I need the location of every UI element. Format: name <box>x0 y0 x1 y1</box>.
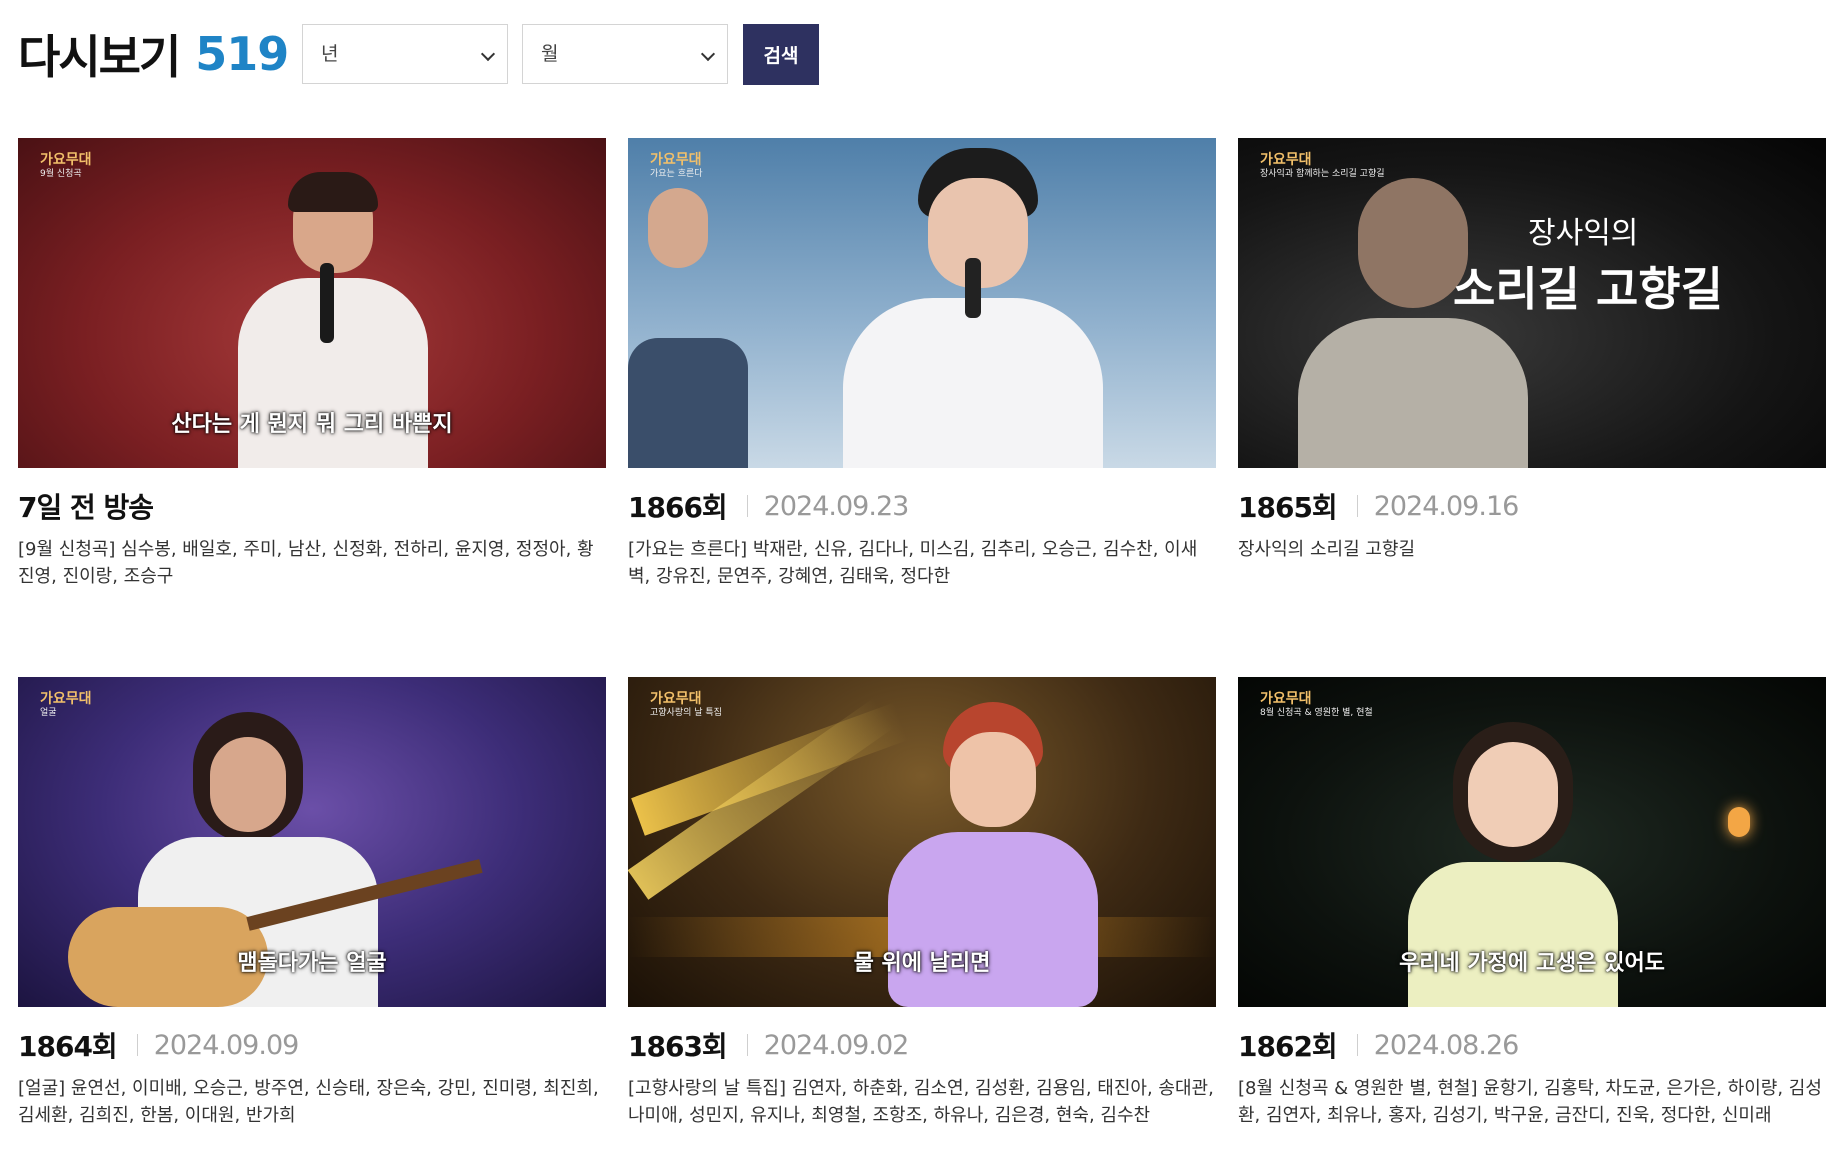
subtitle-caption: 산다는 게 뭔지 뭐 그리 바쁜지 <box>171 412 453 437</box>
subtitle-caption: 물 위에 날리면 <box>853 951 991 976</box>
episode-number: 1864회 <box>18 1030 118 1063</box>
episode-description[interactable]: [고향사랑의 날 특집] 김연자, 하춘화, 김소연, 김성환, 김용임, 태진… <box>628 1075 1216 1129</box>
show-title-large: 소리길 고향길 <box>1453 262 1723 316</box>
subtitle-caption: 맴돌다가는 얼굴 <box>237 951 387 976</box>
episode-meta: 1866회 2024.09.23 <box>628 488 1216 525</box>
program-logo: 가요무대 8월 신청곡 & 영원한 별, 현철 <box>1260 691 1373 718</box>
episode-thumbnail[interactable]: 가요무대 8월 신청곡 & 영원한 별, 현철 우리네 가정에 고생은 있어도 <box>1238 677 1826 1007</box>
episode-thumbnail[interactable]: 가요무대 가요는 흐른다 <box>628 138 1216 468</box>
year-select-value: 년 <box>321 43 339 65</box>
episode-description[interactable]: [얼굴] 윤연선, 이미배, 오승근, 방주연, 신승태, 장은숙, 강민, 진… <box>18 1075 606 1129</box>
result-count: 519 <box>195 27 289 81</box>
divider <box>1356 1034 1358 1056</box>
episode-number: 7일 전 방송 <box>18 491 154 524</box>
episode-number: 1862회 <box>1238 1030 1338 1063</box>
divider <box>136 1034 138 1056</box>
episode-meta: 7일 전 방송 <box>18 488 606 524</box>
episode-description[interactable]: 장사익의 소리길 고향길 <box>1238 536 1826 590</box>
broadcast-date: 2024.09.09 <box>153 1029 300 1061</box>
search-button[interactable]: 검색 <box>743 24 819 85</box>
divider <box>746 1034 748 1056</box>
episode-card[interactable]: 가요무대 8월 신청곡 & 영원한 별, 현철 우리네 가정에 고생은 있어도 1… <box>1238 677 1826 1129</box>
singer-figure <box>1298 178 1528 468</box>
broadcast-date: 2024.09.23 <box>763 490 910 522</box>
chevron-down-icon <box>700 46 716 62</box>
episode-card[interactable]: 가요무대 얼굴 맴돌다가는 얼굴 1864회 2024.09.09 [얼굴] 윤연… <box>18 677 606 1129</box>
chevron-down-icon <box>480 46 496 62</box>
broadcast-date: 2024.09.16 <box>1373 490 1520 522</box>
episode-description[interactable]: [8월 신청곡 & 영원한 별, 현철] 윤항기, 김홍탁, 차도균, 은가은,… <box>1238 1075 1826 1129</box>
broadcast-date: 2024.08.26 <box>1373 1029 1520 1061</box>
month-select-value: 월 <box>541 43 559 65</box>
episode-card[interactable]: 가요무대 9월 신청곡 산다는 게 뭔지 뭐 그리 바쁜지 7일 전 방송 [9월… <box>18 138 606 590</box>
episode-description[interactable]: [가요는 흐른다] 박재란, 신유, 김다나, 미스김, 김추리, 오승근, 김… <box>628 536 1216 590</box>
episode-meta: 1862회 2024.08.26 <box>1238 1027 1826 1064</box>
episode-meta: 1865회 2024.09.16 <box>1238 488 1826 525</box>
episode-number: 1865회 <box>1238 491 1338 524</box>
singer-figure <box>843 148 1103 468</box>
episode-thumbnail[interactable]: 가요무대 고향사랑의 날 특집 물 위에 날리면 <box>628 677 1216 1007</box>
show-title-small: 장사익의 <box>1528 216 1639 251</box>
year-select[interactable]: 년 <box>302 24 508 84</box>
episode-meta: 1863회 2024.09.02 <box>628 1027 1216 1064</box>
episode-thumbnail[interactable]: 가요무대 얼굴 맴돌다가는 얼굴 <box>18 677 606 1007</box>
episode-number: 1863회 <box>628 1030 728 1063</box>
program-logo: 가요무대 장사익과 함께하는 소리길 고향길 <box>1260 152 1385 179</box>
episode-number: 1866회 <box>628 491 728 524</box>
stage-lamp <box>1728 807 1750 837</box>
episode-description[interactable]: [9월 신청곡] 심수봉, 배일호, 주미, 남산, 신정화, 전하리, 윤지영… <box>18 536 606 590</box>
episode-card[interactable]: 가요무대 가요는 흐른다 1866회 2024.09.23 [가요는 흐른다] 박… <box>628 138 1216 590</box>
program-logo: 가요무대 얼굴 <box>40 691 92 718</box>
program-logo: 가요무대 고향사랑의 날 특집 <box>650 691 722 718</box>
episode-card[interactable]: 가요무대 고향사랑의 날 특집 물 위에 날리면 1863회 2024.09.02… <box>628 677 1216 1129</box>
backup-dancer-figure <box>628 168 748 468</box>
broadcast-date: 2024.09.02 <box>763 1029 910 1061</box>
episode-thumbnail[interactable]: 가요무대 장사익과 함께하는 소리길 고향길 장사익의 소리길 고향길 <box>1238 138 1826 468</box>
month-select[interactable]: 월 <box>522 24 728 84</box>
episode-thumbnail[interactable]: 가요무대 9월 신청곡 산다는 게 뭔지 뭐 그리 바쁜지 <box>18 138 606 468</box>
subtitle-caption: 우리네 가정에 고생은 있어도 <box>1399 951 1665 976</box>
program-logo: 가요무대 9월 신청곡 <box>40 152 92 179</box>
divider <box>1356 495 1358 517</box>
divider <box>746 495 748 517</box>
page-title: 다시보기 <box>18 30 181 84</box>
page-header: 다시보기 519 <box>18 24 289 84</box>
episode-card[interactable]: 가요무대 장사익과 함께하는 소리길 고향길 장사익의 소리길 고향길 1865회… <box>1238 138 1826 590</box>
episode-meta: 1864회 2024.09.09 <box>18 1027 606 1064</box>
